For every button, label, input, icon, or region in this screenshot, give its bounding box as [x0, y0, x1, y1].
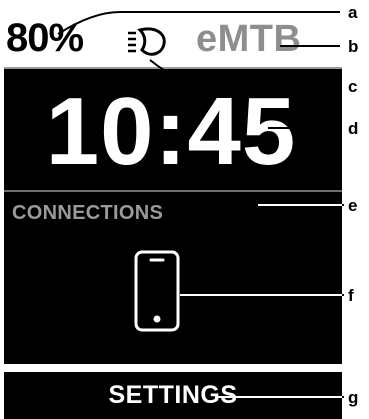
callout-label-a: a — [348, 3, 358, 22]
callout-leaders — [57, 11, 344, 398]
leader-line-c — [149, 59, 340, 87]
callout-label-d: d — [348, 119, 359, 138]
leader-line-a — [57, 11, 340, 35]
callout-label-b: b — [348, 37, 359, 56]
callout-label-e: e — [348, 196, 358, 215]
callout-label-g: g — [348, 388, 359, 407]
callout-label-f: f — [348, 286, 354, 305]
callout-label-c: c — [348, 77, 358, 96]
